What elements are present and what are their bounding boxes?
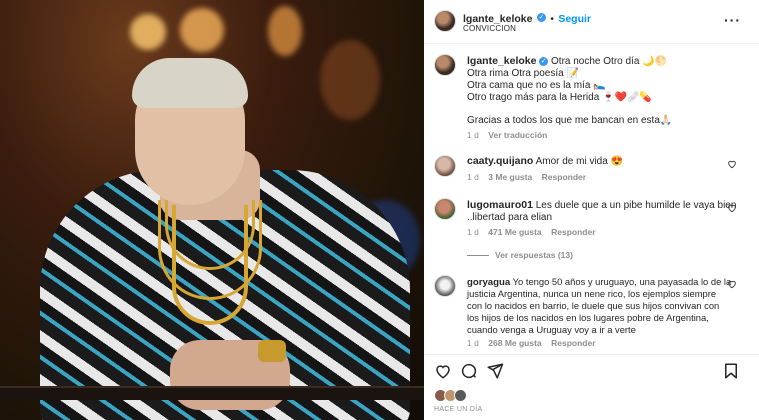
- heart-icon[interactable]: [727, 203, 737, 213]
- caption-line-5: Gracias a todos los que me bancan en est…: [467, 115, 673, 126]
- comment-username[interactable]: lugomauro01: [467, 199, 533, 211]
- comment-body: Yo tengo 50 años y uruguayo, una payasad…: [512, 276, 732, 287]
- bokeh-light: [268, 6, 302, 56]
- view-replies-label[interactable]: Ver respuestas (13): [495, 250, 573, 260]
- comment-likes[interactable]: 471 Me gusta: [488, 227, 541, 237]
- caption-time[interactable]: 1 d: [467, 130, 479, 140]
- comment-meta: 1 d 471 Me gusta Responder: [467, 227, 596, 237]
- follow-button[interactable]: Seguir: [558, 13, 591, 25]
- comment-avatar[interactable]: [434, 275, 456, 297]
- comment-meta: 1 d 268 Me gusta Responder: [467, 338, 596, 348]
- caption-meta: 1 d Ver traducción: [467, 130, 547, 140]
- comment-time[interactable]: 1 d: [467, 338, 479, 348]
- caption-line-1: Otra noche Otro día 🌙🌕: [551, 56, 668, 67]
- comment-username[interactable]: caaty.quijano: [467, 155, 533, 167]
- post-image[interactable]: [0, 0, 424, 420]
- comment-time[interactable]: 1 d: [467, 227, 479, 237]
- caption-username[interactable]: lgante_keloke: [467, 55, 536, 67]
- reply-button[interactable]: Responder: [542, 172, 586, 182]
- comment-meta: 1 d 3 Me gusta Responder: [467, 172, 586, 182]
- author-avatar[interactable]: [434, 10, 456, 32]
- caption-line-4: Otro trago más para la Herida 🍷❤️🩹💊: [467, 92, 652, 103]
- view-replies-line: [467, 255, 489, 257]
- gold-chain: [172, 205, 248, 325]
- heart-icon[interactable]: [727, 279, 737, 289]
- save-icon[interactable]: [722, 362, 740, 380]
- reply-button[interactable]: Responder: [551, 338, 595, 348]
- comment-body: Amor de mi vida 😍: [535, 156, 624, 167]
- like-heart-icon[interactable]: [434, 362, 452, 380]
- person-hair: [132, 58, 248, 108]
- comment-text: caaty.quijano Amor de mi vida 😍: [467, 155, 623, 168]
- separator-dot: •: [550, 14, 554, 25]
- share-icon[interactable]: [486, 362, 504, 380]
- caption-author-avatar[interactable]: [434, 54, 456, 76]
- comment-body: Les duele que a un pibe humilde le vaya …: [535, 200, 737, 211]
- comment-body-line: cuando venga a Uruguay voy a ir a verte: [467, 324, 636, 335]
- heart-icon[interactable]: [727, 159, 737, 169]
- liker-avatar[interactable]: [454, 389, 467, 402]
- gold-watch: [258, 340, 286, 362]
- comment-icon[interactable]: [460, 362, 478, 380]
- see-translation-button[interactable]: Ver traducción: [488, 130, 547, 140]
- view-replies-button[interactable]: Ver respuestas (13): [467, 250, 573, 260]
- action-divider: [424, 354, 759, 355]
- bokeh-light: [130, 14, 166, 50]
- post-header: lgante_keloke ✓ • Seguir CONVICCION ···: [424, 0, 759, 44]
- bokeh-light: [320, 40, 380, 120]
- comment-avatar[interactable]: [434, 198, 456, 220]
- bokeh-light: [180, 8, 224, 52]
- more-icon[interactable]: ···: [724, 12, 741, 28]
- reply-button[interactable]: Responder: [551, 227, 595, 237]
- verified-icon: ✓: [539, 56, 549, 66]
- post-timestamp[interactable]: HACE UN DÍA: [434, 406, 482, 413]
- comment-likes[interactable]: 268 Me gusta: [488, 338, 541, 348]
- comment-likes[interactable]: 3 Me gusta: [488, 172, 532, 182]
- comment-time[interactable]: 1 d: [467, 172, 479, 182]
- comment-avatar[interactable]: [434, 155, 456, 177]
- comment-body-line: ..libertad para elian: [467, 212, 553, 223]
- post-subtitle: CONVICCION: [463, 24, 517, 33]
- railing: [0, 386, 424, 400]
- post-panel: lgante_keloke ✓ • Seguir CONVICCION ··· …: [424, 0, 759, 420]
- verified-icon: ✓: [536, 13, 546, 23]
